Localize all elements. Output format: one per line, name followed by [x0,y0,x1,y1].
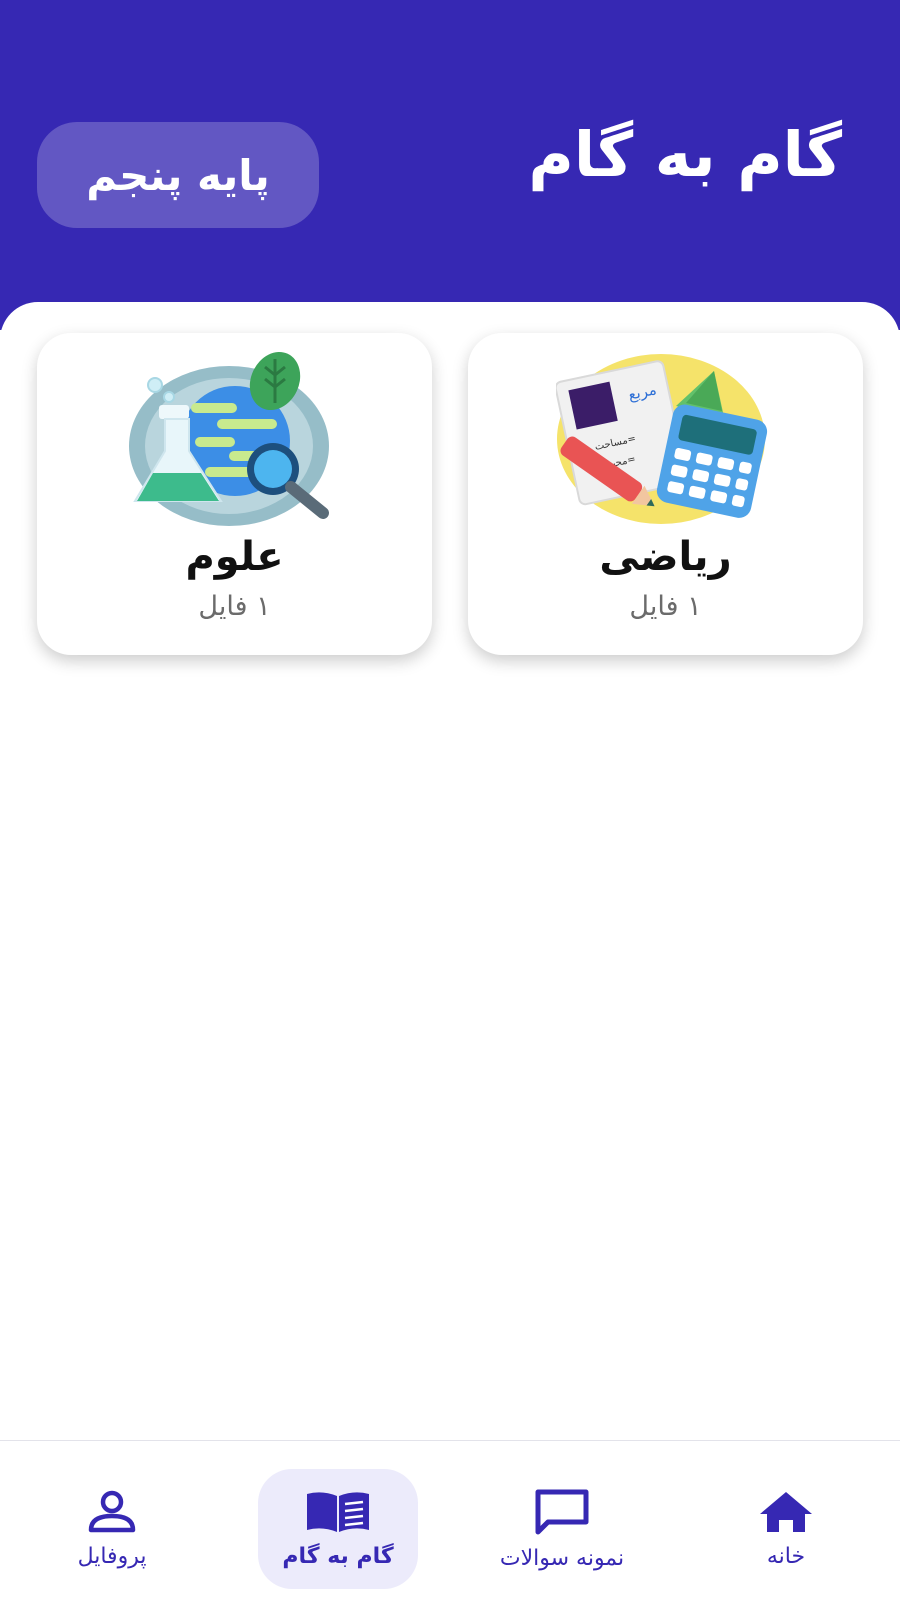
nav-item-step-by-step[interactable]: گام به گام [258,1469,418,1589]
subject-file-count: ۱ فایل [198,591,271,622]
subject-title: ریاضی [599,534,732,580]
app-title: گام به گام [528,118,842,191]
subject-title: علوم [185,534,284,580]
header: گام به گام پایه پنجم [0,0,900,330]
chat-icon [535,1489,589,1534]
nav-label: خانه [766,1543,806,1569]
science-icon [128,351,329,526]
nav-label: پروفایل [77,1543,147,1569]
home-icon [760,1491,812,1532]
nav-label: گام به گام [282,1543,394,1569]
book-icon [307,1491,369,1532]
bottom-navigation: خانه نمونه سوالات گام به گام پروفایل [0,1440,900,1600]
nav-item-sample-questions[interactable]: نمونه سوالات [482,1469,642,1589]
subject-file-count: ۱ فایل [629,591,702,622]
nav-item-profile[interactable]: پروفایل [32,1469,192,1589]
grade-selector-button[interactable]: پایه پنجم [37,122,319,228]
user-icon [88,1490,136,1532]
subject-card-science[interactable]: علوم ۱ فایل [37,333,432,655]
math-icon: مربع =مساحت =محیط [555,354,767,524]
nav-label: نمونه سوالات [499,1545,625,1571]
nav-item-home[interactable]: خانه [706,1469,866,1589]
subject-card-math[interactable]: مربع =مساحت =محیط ریاضی ۱ فایل [468,333,863,655]
